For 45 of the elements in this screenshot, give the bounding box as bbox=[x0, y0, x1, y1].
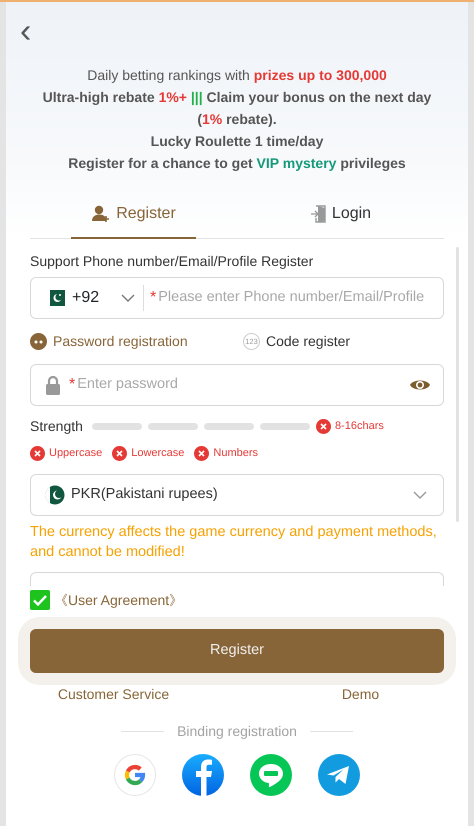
login-icon bbox=[310, 204, 326, 222]
strength-label: Strength bbox=[30, 417, 83, 436]
phone-field[interactable]: +92 *Please enter Phone number/Email/Profile bbox=[30, 277, 444, 319]
footer-link[interactable]: Customer Service bbox=[58, 684, 170, 704]
register-button[interactable]: Register bbox=[30, 628, 444, 672]
promo-text: Lucky Roulette 1 time/day bbox=[150, 132, 324, 151]
lock-icon bbox=[45, 375, 61, 395]
password-rule: Lowercase bbox=[112, 445, 184, 462]
section-label: Binding registration bbox=[177, 722, 297, 741]
footer-link[interactable]: Demo bbox=[342, 684, 380, 704]
password-field[interactable]: *Enter password bbox=[30, 364, 444, 406]
user-add-icon bbox=[91, 205, 110, 222]
caret-icon bbox=[413, 490, 427, 498]
method-option[interactable]: Password registration bbox=[30, 331, 243, 352]
tab[interactable]: Register bbox=[71, 190, 196, 238]
currency-select[interactable]: PKR(Pakistani rupees) bbox=[30, 474, 444, 516]
cross-icon bbox=[112, 446, 128, 461]
promo-text: Register for a chance to get VIP mystery privileges bbox=[67, 154, 407, 173]
caret-icon[interactable] bbox=[121, 294, 135, 302]
paper-plane-icon[interactable] bbox=[318, 754, 360, 796]
account-input[interactable]: Please enter Phone number/Email/Profile bbox=[158, 287, 429, 309]
field-label: Support Phone number/Email/Profile Register bbox=[30, 252, 314, 271]
cross-icon bbox=[30, 446, 45, 461]
password-input[interactable]: Enter password bbox=[77, 374, 409, 396]
password-rule: 8-16chars bbox=[316, 418, 384, 435]
dots-icon bbox=[34, 340, 43, 344]
agreement-link[interactable]: 《User Agreement》 bbox=[54, 590, 184, 610]
facebook-icon[interactable] bbox=[182, 754, 224, 796]
required-mark: * bbox=[69, 375, 76, 395]
password-rule: Numbers bbox=[194, 445, 258, 462]
promo-text: Ultra-high rebate 1%+ ||| Claim your bonus on the next day (1% rebate). bbox=[42, 88, 432, 129]
promo-text: Daily betting rankings with prizes up to 300,000 bbox=[86, 66, 388, 85]
required-mark: * bbox=[150, 288, 156, 308]
flag-icon bbox=[45, 484, 65, 504]
password-rule: Uppercase bbox=[30, 445, 102, 462]
cross-icon bbox=[194, 446, 210, 461]
input-field[interactable] bbox=[30, 572, 444, 586]
tab[interactable]: Login bbox=[290, 190, 392, 238]
cross-icon bbox=[316, 419, 331, 434]
warning-text: The currency affects the game currency and payment methods, and cannot be modified! bbox=[30, 522, 438, 562]
back-button[interactable]: ‹ bbox=[20, 14, 32, 48]
chat-bubble-icon[interactable] bbox=[250, 754, 292, 796]
checkbox[interactable] bbox=[30, 590, 50, 610]
country-code[interactable]: +92 bbox=[72, 286, 100, 310]
google-icon[interactable] bbox=[114, 754, 156, 796]
